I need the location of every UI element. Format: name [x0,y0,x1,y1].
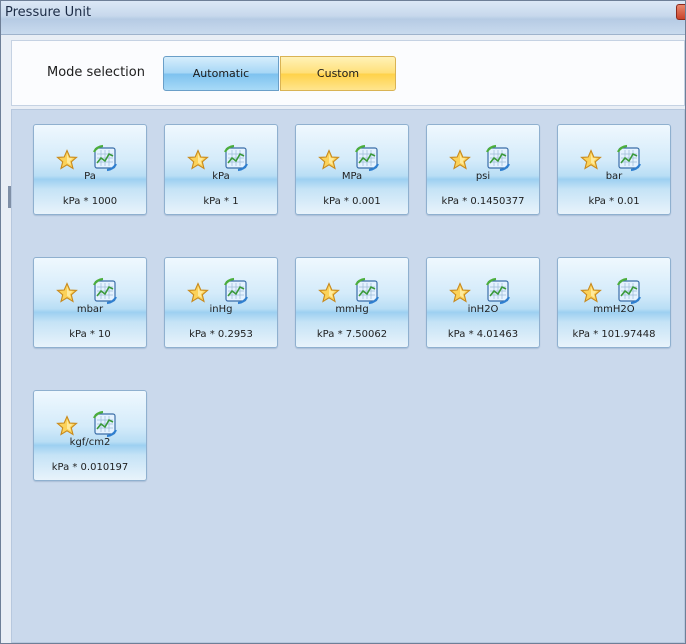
unit-factor: kPa * 0.001 [323,196,381,207]
star-icon [318,282,340,303]
unit-name: mbar [76,304,104,315]
chart-icon [617,277,641,305]
unit-name: psi [475,171,491,182]
unit-name: mmHg [335,304,369,315]
chart-icon [355,144,379,172]
unit-tile-kpa[interactable]: kPa kPa * 1 [164,124,278,215]
mode-selection-label: Mode selection [47,65,145,80]
mode-selection-bar: Mode selection Automatic Custom [11,40,685,106]
star-icon [449,149,471,170]
unit-factor: kPa * 0.2953 [189,329,253,340]
unit-factor: kPa * 0.1450377 [441,196,525,207]
window-title: Pressure Unit [5,5,92,20]
automatic-mode-button[interactable]: Automatic [163,56,279,91]
custom-mode-button[interactable]: Custom [280,56,396,91]
star-icon [318,149,340,170]
unit-tile-kgf-cm2[interactable]: kgf/cm2 kPa * 0.010197 [33,390,147,481]
unit-name: inH2O [467,304,499,315]
unit-factor: kPa * 4.01463 [447,329,519,340]
chart-icon [93,410,117,438]
star-icon [580,149,602,170]
unit-tile-bar[interactable]: bar kPa * 0.01 [557,124,671,215]
unit-tile-mpa[interactable]: MPa kPa * 0.001 [295,124,409,215]
chart-icon [486,277,510,305]
unit-factor: kPa * 7.50062 [316,329,388,340]
chart-icon [224,144,248,172]
unit-tile-inhg[interactable]: inHg kPa * 0.2953 [164,257,278,348]
pressure-unit-window: Pressure Unit Mode selection Automatic C… [0,0,686,644]
chart-icon [224,277,248,305]
unit-tile-psi[interactable]: psi kPa * 0.1450377 [426,124,540,215]
unit-factor: kPa * 0.010197 [51,462,129,473]
unit-name: inHg [209,304,233,315]
unit-name: kPa [212,171,230,182]
unit-tile-mbar[interactable]: mbar kPa * 10 [33,257,147,348]
unit-factor: kPa * 1000 [62,196,118,207]
chart-icon [93,144,117,172]
unit-name: mmH2O [593,304,635,315]
unit-grid: Pa kPa * 1000 kPa kPa * 1 MPa kPa * 0.00… [11,109,685,643]
unit-name: MPa [341,171,363,182]
star-icon [187,282,209,303]
chart-icon [617,144,641,172]
unit-tile-mmhg[interactable]: mmHg kPa * 7.50062 [295,257,409,348]
unit-factor: kPa * 1 [203,196,239,207]
star-icon [187,149,209,170]
unit-name: bar [605,171,623,182]
star-icon [56,282,78,303]
star-icon [580,282,602,303]
chart-icon [93,277,117,305]
chart-icon [486,144,510,172]
chart-icon [355,277,379,305]
unit-name: kgf/cm2 [69,437,111,448]
star-icon [56,415,78,436]
unit-factor: kPa * 10 [69,329,111,340]
unit-tile-mmh2o[interactable]: mmH2O kPa * 101.97448 [557,257,671,348]
star-icon [449,282,471,303]
unit-tile-inh2o[interactable]: inH2O kPa * 4.01463 [426,257,540,348]
unit-factor: kPa * 0.01 [588,196,640,207]
close-button[interactable] [676,4,685,20]
unit-name: Pa [84,171,96,182]
star-icon [56,149,78,170]
title-bar: Pressure Unit [1,1,685,35]
unit-factor: kPa * 101.97448 [572,329,656,340]
unit-tile-pa[interactable]: Pa kPa * 1000 [33,124,147,215]
